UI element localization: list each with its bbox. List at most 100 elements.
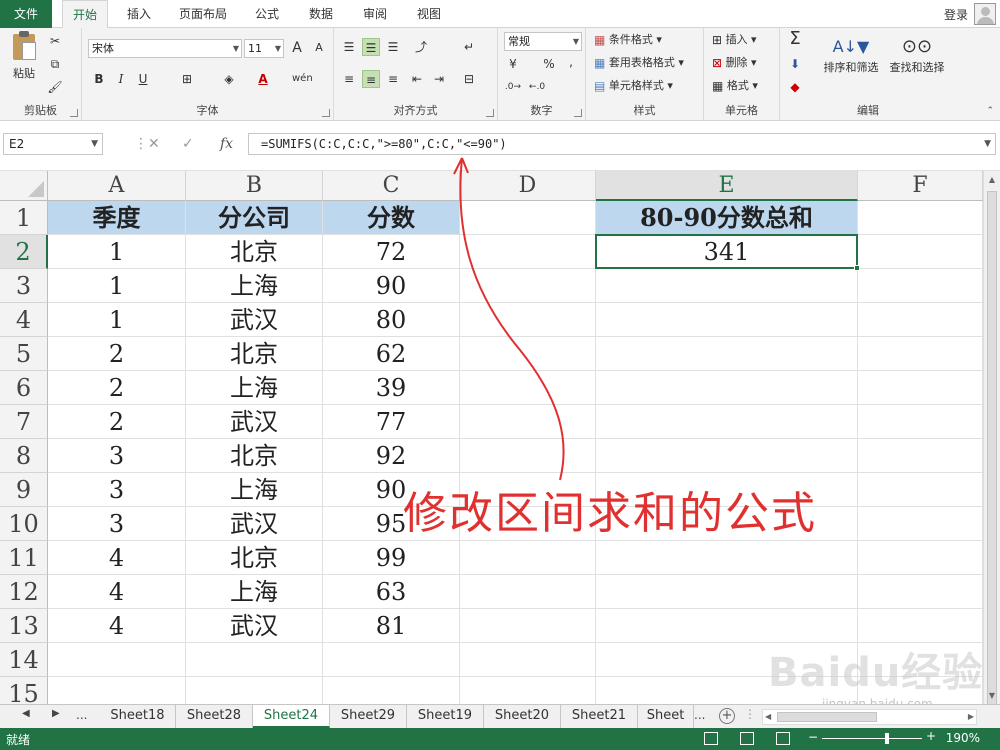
sheet-tab-sheet29[interactable]: Sheet29 bbox=[330, 705, 407, 728]
cell-f9[interactable] bbox=[858, 473, 983, 507]
cancel-icon[interactable]: ✕ bbox=[148, 133, 160, 155]
cell-c14[interactable] bbox=[323, 643, 460, 677]
cell-a7[interactable]: 2 bbox=[48, 405, 186, 439]
align-bottom-icon[interactable]: ☰ bbox=[384, 38, 402, 56]
horizontal-scroll-thumb[interactable] bbox=[777, 712, 877, 722]
collapse-ribbon-icon[interactable]: ⌃ bbox=[986, 106, 994, 116]
number-format-select[interactable]: 常规 ▼ bbox=[504, 32, 582, 51]
number-launcher-icon[interactable] bbox=[574, 109, 582, 117]
row-header[interactable]: 10 bbox=[0, 507, 48, 541]
underline-button[interactable]: U bbox=[134, 70, 152, 88]
cell-e11[interactable] bbox=[596, 541, 858, 575]
enter-icon[interactable]: ✓ bbox=[182, 133, 194, 155]
fill-handle[interactable] bbox=[854, 265, 860, 271]
row-header[interactable]: 9 bbox=[0, 473, 48, 507]
cell-a5[interactable]: 2 bbox=[48, 337, 186, 371]
cell-b2[interactable]: 北京 bbox=[186, 235, 323, 269]
row-header[interactable]: 4 bbox=[0, 303, 48, 337]
grow-font-button[interactable]: A bbox=[288, 39, 306, 57]
cell-f6[interactable] bbox=[858, 371, 983, 405]
vertical-scrollbar[interactable]: ▲ ▼ bbox=[983, 171, 1000, 711]
cell-e7[interactable] bbox=[596, 405, 858, 439]
cell-b13[interactable]: 武汉 bbox=[186, 609, 323, 643]
cell-f7[interactable] bbox=[858, 405, 983, 439]
cell-c6[interactable]: 39 bbox=[323, 371, 460, 405]
sheet-tab-sheet28[interactable]: Sheet28 bbox=[176, 705, 253, 728]
zoom-slider-thumb[interactable] bbox=[885, 733, 889, 744]
sheet-tab-sheet[interactable]: Sheet bbox=[638, 705, 694, 728]
cell-e3[interactable] bbox=[596, 269, 858, 303]
sheet-tab-sheet19[interactable]: Sheet19 bbox=[407, 705, 484, 728]
format-cells-button[interactable]: ▦ 格式 ▾ bbox=[712, 78, 758, 94]
wrap-text-icon[interactable]: ↵ bbox=[460, 38, 478, 56]
sheet-tab-sheet21[interactable]: Sheet21 bbox=[561, 705, 638, 728]
cell-c11[interactable]: 99 bbox=[323, 541, 460, 575]
cell-c15[interactable] bbox=[323, 677, 460, 704]
tab-file[interactable]: 文件 bbox=[0, 0, 52, 28]
cell-c8[interactable]: 92 bbox=[323, 439, 460, 473]
decrease-decimal-icon[interactable]: ←.0 bbox=[528, 78, 546, 96]
cell-c2[interactable]: 72 bbox=[323, 235, 460, 269]
increase-decimal-icon[interactable]: .0→ bbox=[504, 78, 522, 96]
tab-page-layout[interactable]: 页面布局 bbox=[170, 0, 236, 28]
phonetic-button[interactable]: wén bbox=[292, 70, 313, 88]
align-left-icon[interactable]: ≡ bbox=[340, 70, 358, 88]
page-layout-view-icon[interactable] bbox=[740, 732, 754, 745]
find-select-button[interactable]: ⊙⊙ 查找和选择 bbox=[886, 34, 948, 76]
align-middle-icon[interactable]: ☰ bbox=[362, 38, 380, 56]
insert-cells-button[interactable]: ⊞ 插入 ▾ bbox=[712, 32, 757, 48]
merge-center-icon[interactable]: ⊟ bbox=[460, 70, 478, 88]
cell-c7[interactable]: 77 bbox=[323, 405, 460, 439]
cell-b9[interactable]: 上海 bbox=[186, 473, 323, 507]
cell-c13[interactable]: 81 bbox=[323, 609, 460, 643]
name-box[interactable]: E2 ▼ bbox=[3, 133, 103, 155]
cell-b15[interactable] bbox=[186, 677, 323, 704]
conditional-format-button[interactable]: ▦ 条件格式 ▾ bbox=[594, 32, 662, 48]
cell-a12[interactable]: 4 bbox=[48, 575, 186, 609]
login-link[interactable]: 登录 bbox=[944, 6, 968, 23]
cell-e8[interactable] bbox=[596, 439, 858, 473]
cell-a13[interactable]: 4 bbox=[48, 609, 186, 643]
cell-d15[interactable] bbox=[460, 677, 596, 704]
cell-f10[interactable] bbox=[858, 507, 983, 541]
cell-a11[interactable]: 4 bbox=[48, 541, 186, 575]
zoom-slider[interactable] bbox=[822, 738, 922, 739]
cell-b10[interactable]: 武汉 bbox=[186, 507, 323, 541]
user-avatar-icon[interactable] bbox=[974, 3, 996, 25]
cell-a6[interactable]: 2 bbox=[48, 371, 186, 405]
row-header[interactable]: 6 bbox=[0, 371, 48, 405]
alignment-launcher-icon[interactable] bbox=[486, 109, 494, 117]
cell-e12[interactable] bbox=[596, 575, 858, 609]
row-header[interactable]: 12 bbox=[0, 575, 48, 609]
cell-b7[interactable]: 武汉 bbox=[186, 405, 323, 439]
cell-a9[interactable]: 3 bbox=[48, 473, 186, 507]
vertical-scroll-thumb[interactable] bbox=[987, 191, 997, 711]
cell-f4[interactable] bbox=[858, 303, 983, 337]
cell-f11[interactable] bbox=[858, 541, 983, 575]
cell-c12[interactable]: 63 bbox=[323, 575, 460, 609]
cell-d13[interactable] bbox=[460, 609, 596, 643]
cell-b4[interactable]: 武汉 bbox=[186, 303, 323, 337]
cell-d7[interactable] bbox=[460, 405, 596, 439]
cell-a10[interactable]: 3 bbox=[48, 507, 186, 541]
cell-f13[interactable] bbox=[858, 609, 983, 643]
format-as-table-button[interactable]: ▦ 套用表格格式 ▾ bbox=[594, 55, 684, 71]
comma-button[interactable]: , bbox=[562, 53, 580, 71]
sheet-tab-sheet20[interactable]: Sheet20 bbox=[484, 705, 561, 728]
cell-e13[interactable] bbox=[596, 609, 858, 643]
autosum-button[interactable]: Σ bbox=[786, 30, 804, 48]
tab-insert[interactable]: 插入 bbox=[116, 0, 162, 28]
cell-a4[interactable]: 1 bbox=[48, 303, 186, 337]
cell-f12[interactable] bbox=[858, 575, 983, 609]
percent-button[interactable]: % bbox=[540, 55, 558, 73]
format-painter-icon[interactable]: 🖌 bbox=[46, 78, 64, 96]
cell-d2[interactable] bbox=[460, 235, 596, 269]
cell-f1[interactable] bbox=[858, 201, 983, 235]
add-sheet-icon[interactable]: + bbox=[719, 708, 735, 724]
cell-e5[interactable] bbox=[596, 337, 858, 371]
cell-d6[interactable] bbox=[460, 371, 596, 405]
sheet-tab-sheet18[interactable]: Sheet18 bbox=[100, 705, 176, 728]
column-header-c[interactable]: C bbox=[323, 171, 460, 201]
cell-f8[interactable] bbox=[858, 439, 983, 473]
cell-c4[interactable]: 80 bbox=[323, 303, 460, 337]
